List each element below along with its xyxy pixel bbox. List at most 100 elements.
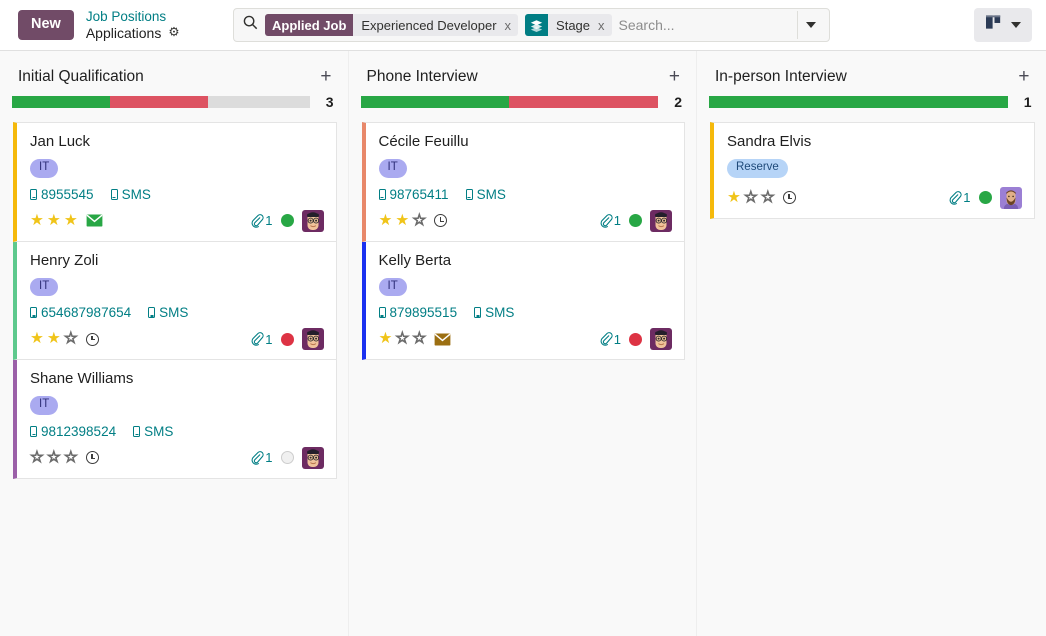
envelope-icon[interactable]	[434, 333, 451, 346]
column-progress-bar[interactable]	[361, 96, 659, 108]
avatar[interactable]	[302, 210, 324, 232]
plus-icon[interactable]: +	[1016, 67, 1031, 86]
sms-link[interactable]: SMS	[466, 187, 506, 202]
applicant-card[interactable]: Jan LuckIT8955545SMS★★★1	[13, 122, 337, 242]
priority-star[interactable]: ☆	[412, 331, 426, 347]
envelope-icon[interactable]	[86, 214, 103, 227]
avatar[interactable]	[1000, 187, 1022, 209]
plus-icon[interactable]: +	[667, 67, 682, 86]
priority-stars: ★★☆	[30, 331, 78, 347]
card-footer: ★☆☆1	[727, 187, 1022, 209]
sms-link[interactable]: SMS	[111, 187, 151, 202]
kanban-state-dot[interactable]	[979, 191, 992, 204]
priority-star[interactable]: ★	[30, 213, 44, 229]
view-switcher[interactable]	[974, 8, 1032, 42]
breadcrumb-current-applications: Applications	[86, 25, 162, 42]
applicant-card[interactable]: Henry ZoliIT654687987654SMS★★☆1	[13, 242, 337, 361]
priority-star[interactable]: ★	[30, 331, 44, 347]
priority-star[interactable]: ☆	[395, 331, 409, 347]
priority-star[interactable]: ☆	[761, 190, 775, 206]
clock-icon[interactable]	[86, 451, 99, 464]
priority-star[interactable]: ☆	[64, 450, 78, 466]
card-contact-row: 654687987654 SMS	[30, 305, 324, 320]
attachment-count[interactable]: 1	[250, 213, 272, 228]
job-tag[interactable]: IT	[30, 396, 58, 415]
sms-link[interactable]: SMS	[133, 424, 173, 439]
kanban-state-dot[interactable]	[629, 333, 642, 346]
sms-link[interactable]: SMS	[148, 305, 188, 320]
priority-star[interactable]: ★	[727, 190, 741, 206]
card-footer: ★★★1	[30, 210, 324, 232]
column-progress-bar[interactable]	[709, 96, 1008, 108]
applicant-card[interactable]: Kelly BertaIT879895515SMS★☆☆1	[362, 242, 686, 361]
attachment-count[interactable]: 1	[599, 213, 621, 228]
kanban-state-dot[interactable]	[281, 214, 294, 227]
applicant-name: Henry Zoli	[30, 252, 324, 269]
clock-icon[interactable]	[783, 191, 796, 204]
progress-segment	[361, 96, 510, 108]
column-progress-row: 2	[349, 86, 697, 110]
priority-star[interactable]: ☆	[47, 450, 61, 466]
job-tag[interactable]: IT	[30, 159, 58, 178]
job-tag[interactable]: IT	[30, 278, 58, 297]
applicant-card[interactable]: Shane WilliamsIT9812398524SMS☆☆☆1	[13, 360, 337, 479]
column-title[interactable]: In-person Interview	[715, 68, 1016, 86]
kanban-state-dot[interactable]	[281, 451, 294, 464]
phone-number: 98765411	[379, 187, 449, 202]
priority-star[interactable]: ☆	[412, 213, 426, 229]
kanban-view-icon	[985, 14, 1004, 36]
job-tag[interactable]: IT	[379, 159, 407, 178]
priority-star[interactable]: ☆	[30, 450, 44, 466]
priority-star[interactable]: ★	[47, 331, 61, 347]
mobile-icon	[148, 307, 155, 318]
search-options-toggle[interactable]	[797, 11, 823, 39]
new-button[interactable]: New	[18, 10, 74, 40]
phone-number: 8955545	[30, 187, 94, 202]
sms-link[interactable]: SMS	[474, 305, 514, 320]
clock-icon[interactable]	[86, 333, 99, 346]
attachment-count[interactable]: 1	[599, 332, 621, 347]
priority-star[interactable]: ★	[395, 213, 409, 229]
kanban-state-dot[interactable]	[629, 214, 642, 227]
search-input[interactable]	[619, 17, 797, 33]
search-bar[interactable]: Applied Job Experienced Developer x Stag…	[233, 8, 830, 42]
search-icon	[243, 15, 258, 35]
phone-number: 654687987654	[30, 305, 131, 320]
attachment-number: 1	[614, 332, 621, 347]
priority-star[interactable]: ☆	[64, 331, 78, 347]
search-facet-stage[interactable]: Stage x	[525, 14, 611, 36]
facet-remove-icon[interactable]: x	[503, 18, 519, 33]
kanban-state-dot[interactable]	[281, 333, 294, 346]
priority-star[interactable]: ★	[64, 213, 78, 229]
avatar[interactable]	[302, 328, 324, 350]
mobile-icon	[30, 307, 37, 318]
plus-icon[interactable]: +	[318, 67, 333, 86]
column-progress-bar[interactable]	[12, 96, 310, 108]
clock-icon[interactable]	[434, 214, 447, 227]
avatar[interactable]	[650, 210, 672, 232]
column-title[interactable]: Phone Interview	[367, 68, 667, 86]
search-facet-applied-job[interactable]: Applied Job Experienced Developer x	[265, 14, 518, 36]
gear-icon[interactable]: ⚙	[168, 26, 179, 39]
avatar[interactable]	[302, 447, 324, 469]
applicant-card[interactable]: Cécile FeuilluIT98765411SMS★★☆1	[362, 122, 686, 242]
job-tag[interactable]: IT	[379, 278, 407, 297]
facet-remove-icon[interactable]: x	[596, 18, 612, 33]
attachment-count[interactable]: 1	[250, 450, 272, 465]
priority-star[interactable]: ★	[47, 213, 61, 229]
job-tag[interactable]: Reserve	[727, 159, 788, 178]
priority-star[interactable]: ☆	[744, 190, 758, 206]
avatar[interactable]	[650, 328, 672, 350]
attachment-count[interactable]: 1	[948, 190, 970, 205]
column-card-list: Jan LuckIT8955545SMS★★★1Henry ZoliIT6546…	[0, 110, 348, 479]
attachment-number: 1	[265, 450, 272, 465]
applicant-card[interactable]: Sandra ElvisReserve★☆☆1	[710, 122, 1035, 219]
facet-value-stage: Stage	[548, 14, 596, 36]
priority-star[interactable]: ★	[379, 331, 393, 347]
column-header: Initial Qualification+	[0, 51, 348, 86]
breadcrumb-item-job-positions[interactable]: Job Positions	[86, 9, 180, 25]
priority-star[interactable]: ★	[379, 213, 393, 229]
priority-stars: ★★★	[30, 213, 78, 229]
attachment-count[interactable]: 1	[250, 332, 272, 347]
column-title[interactable]: Initial Qualification	[18, 68, 318, 86]
